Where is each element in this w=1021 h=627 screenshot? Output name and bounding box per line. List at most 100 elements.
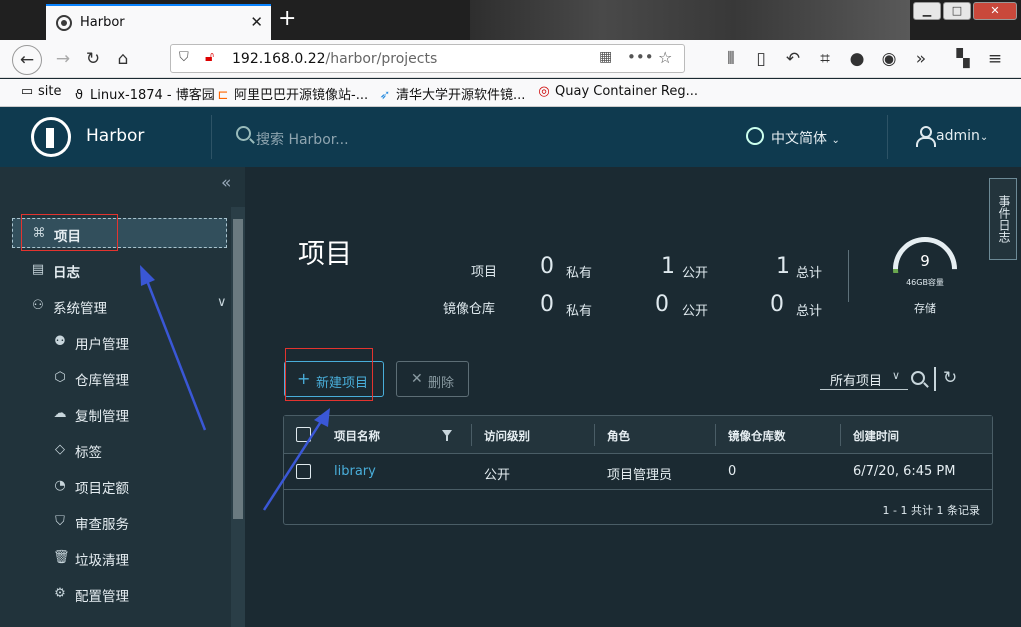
annotation-highlight-box — [21, 214, 118, 251]
access-level-cell: 公开 — [484, 468, 511, 483]
bookmark-star-icon[interactable]: ☆ — [658, 48, 672, 67]
qr-code-icon[interactable]: ▦ — [599, 49, 612, 65]
sidebar-scroll-thumb[interactable] — [233, 219, 243, 519]
home-icon[interactable]: ⌂ — [110, 46, 136, 72]
folder-icon: ▭ — [20, 84, 34, 99]
minimize-window-button[interactable]: ▁ — [913, 2, 941, 20]
user-icon[interactable] — [916, 126, 936, 147]
sidebar-item-label: 日志 — [53, 265, 80, 281]
repos-total-count: 0 — [770, 292, 784, 317]
bookmark-tsinghua[interactable]: ➶ 清华大学开源软件镜... — [378, 84, 526, 103]
extension-icon[interactable]: ● — [844, 46, 870, 72]
search-icon[interactable] — [911, 371, 925, 385]
column-header-access[interactable]: 访问级别 — [484, 428, 530, 444]
hamburger-menu-icon[interactable]: ≡ — [982, 46, 1008, 72]
repo-count-cell: 0 — [728, 464, 737, 479]
url-bar[interactable]: ⛉ 🔓︎ 192.168.0.22/harbor/projects ▦ ••• … — [170, 44, 685, 73]
select-all-checkbox[interactable] — [296, 427, 311, 442]
filter-icon[interactable] — [442, 430, 452, 441]
library-icon[interactable]: ⫴ — [718, 46, 744, 72]
overflow-menu-icon[interactable]: » — [908, 46, 934, 72]
toolbar-divider — [934, 367, 936, 391]
harbor-favicon-icon — [56, 15, 72, 31]
sidebar-scrollbar[interactable] — [231, 207, 245, 627]
private-label: 私有 — [566, 304, 593, 319]
project-name-link[interactable]: library — [334, 464, 376, 479]
account-icon[interactable]: ◉ — [876, 46, 902, 72]
chevron-down-icon: ∨ — [892, 369, 901, 382]
brand-name[interactable]: Harbor — [86, 126, 144, 146]
browser-tab[interactable]: Harbor ✕ — [46, 4, 271, 40]
aliyun-icon: ⊏ — [217, 88, 229, 103]
column-header-repo-count[interactable]: 镜像仓库数 — [728, 428, 786, 444]
insecure-lock-icon[interactable]: 🔓︎ — [205, 49, 214, 65]
screenshot-icon[interactable]: ⌗ — [812, 46, 838, 72]
extensions-icon[interactable]: ▚ — [950, 46, 976, 72]
table-row[interactable]: library 公开 项目管理员 0 6/7/20, 6:45 PM — [284, 454, 992, 490]
sidebar-item-administration[interactable]: ⚇ 系统管理 ∨ — [12, 291, 227, 321]
filter-value: 所有项目 — [830, 374, 883, 389]
bookmark-site[interactable]: ▭ site — [20, 84, 62, 99]
sidebar-item-replications[interactable]: ☁ 复制管理 — [12, 399, 227, 429]
sidebar-item-label: 仓库管理 — [75, 373, 129, 389]
column-header-name[interactable]: 项目名称 — [334, 428, 380, 444]
storage-label: 存储 — [914, 302, 936, 315]
url-text: 192.168.0.22/harbor/projects — [232, 51, 438, 67]
sidebar-item-label: 配置管理 — [75, 589, 129, 605]
refresh-icon[interactable]: ↻ — [943, 368, 957, 388]
column-header-created[interactable]: 创建时间 — [853, 428, 899, 444]
sidebar-item-label: 项目定额 — [75, 481, 129, 497]
user-menu[interactable]: admin⌄ — [936, 128, 988, 144]
storage-value: 9 — [920, 252, 930, 270]
close-window-button[interactable]: ✕ — [973, 2, 1017, 20]
shield-icon[interactable]: ⛉ — [179, 50, 189, 65]
harbor-logo-icon[interactable] — [31, 117, 71, 157]
undo-icon[interactable]: ↶ — [780, 46, 806, 72]
maximize-window-button[interactable]: □ — [943, 2, 971, 20]
registry-icon: ⬡ — [54, 370, 66, 385]
sidebar-item-logs[interactable]: ▤ 日志 — [12, 255, 227, 285]
sidebar-item-registries[interactable]: ⬡ 仓库管理 — [12, 363, 227, 393]
private-label: 私有 — [566, 266, 593, 281]
header-divider — [211, 115, 212, 159]
chevron-down-icon: ⌄ — [831, 135, 840, 146]
new-tab-icon[interactable]: + — [278, 6, 296, 32]
globe-icon[interactable] — [746, 127, 764, 145]
close-tab-icon[interactable]: ✕ — [250, 13, 263, 31]
projects-private-count: 0 — [540, 254, 554, 279]
column-header-role[interactable]: 角色 — [607, 428, 630, 444]
projects-table: 项目名称 访问级别 角色 镜像仓库数 创建时间 library 公开 项目管理员… — [283, 415, 993, 525]
logs-icon: ▤ — [31, 262, 45, 277]
language-selector[interactable]: 中文简体 ⌄ — [771, 128, 840, 148]
reload-icon[interactable]: ↻ — [80, 46, 106, 72]
sidebar-item-quotas[interactable]: ◔ 项目定额 — [12, 471, 227, 501]
bookmark-quay[interactable]: ◎ Quay Container Reg... — [537, 84, 698, 99]
forward-icon[interactable]: → — [50, 46, 76, 72]
back-icon[interactable]: ← — [12, 45, 42, 75]
bookmarks-toolbar: ▭ site ϑ Linux-1874 - 博客园 ⊏ 阿里巴巴开源镜像站-... ➶… — [0, 79, 1021, 107]
sidebar-item-interrogation[interactable]: ⛉ 审查服务 — [12, 507, 227, 537]
page-actions-icon[interactable]: ••• — [627, 48, 654, 66]
global-search-input[interactable]: 搜索 Harbor... — [256, 129, 349, 149]
column-divider — [594, 424, 595, 446]
event-log-tab[interactable]: 事件日志 — [989, 178, 1017, 260]
column-divider — [840, 424, 841, 446]
project-filter-select[interactable]: 所有项目 ∨ — [820, 366, 908, 390]
shield-icon: ⛉ — [55, 514, 65, 529]
sidebar-item-configuration[interactable]: ⚙ 配置管理 — [12, 579, 227, 609]
chevron-down-icon[interactable]: ∨ — [217, 295, 227, 310]
chevron-down-icon: ⌄ — [979, 132, 989, 143]
total-label: 总计 — [796, 266, 823, 281]
row-checkbox[interactable] — [296, 464, 311, 479]
delete-button[interactable]: ✕ 删除 — [396, 361, 469, 397]
sidebar-item-gc[interactable]: 🗑︎ 垃圾清理 — [12, 543, 227, 573]
sidebar-item-users[interactable]: ⚉ 用户管理 — [12, 327, 227, 357]
blog-icon: ϑ — [74, 88, 84, 103]
bookmark-linux[interactable]: ϑ Linux-1874 - 博客园 — [72, 84, 215, 103]
sidebar-toggle-icon[interactable]: ▯ — [748, 46, 774, 72]
collapse-sidebar-icon[interactable]: « — [221, 173, 231, 193]
sidebar-item-label: 用户管理 — [75, 337, 129, 353]
search-icon[interactable] — [236, 126, 251, 141]
sidebar-item-labels[interactable]: ◇ 标签 — [12, 435, 227, 465]
bookmark-aliyun[interactable]: ⊏ 阿里巴巴开源镜像站-... — [216, 84, 369, 103]
